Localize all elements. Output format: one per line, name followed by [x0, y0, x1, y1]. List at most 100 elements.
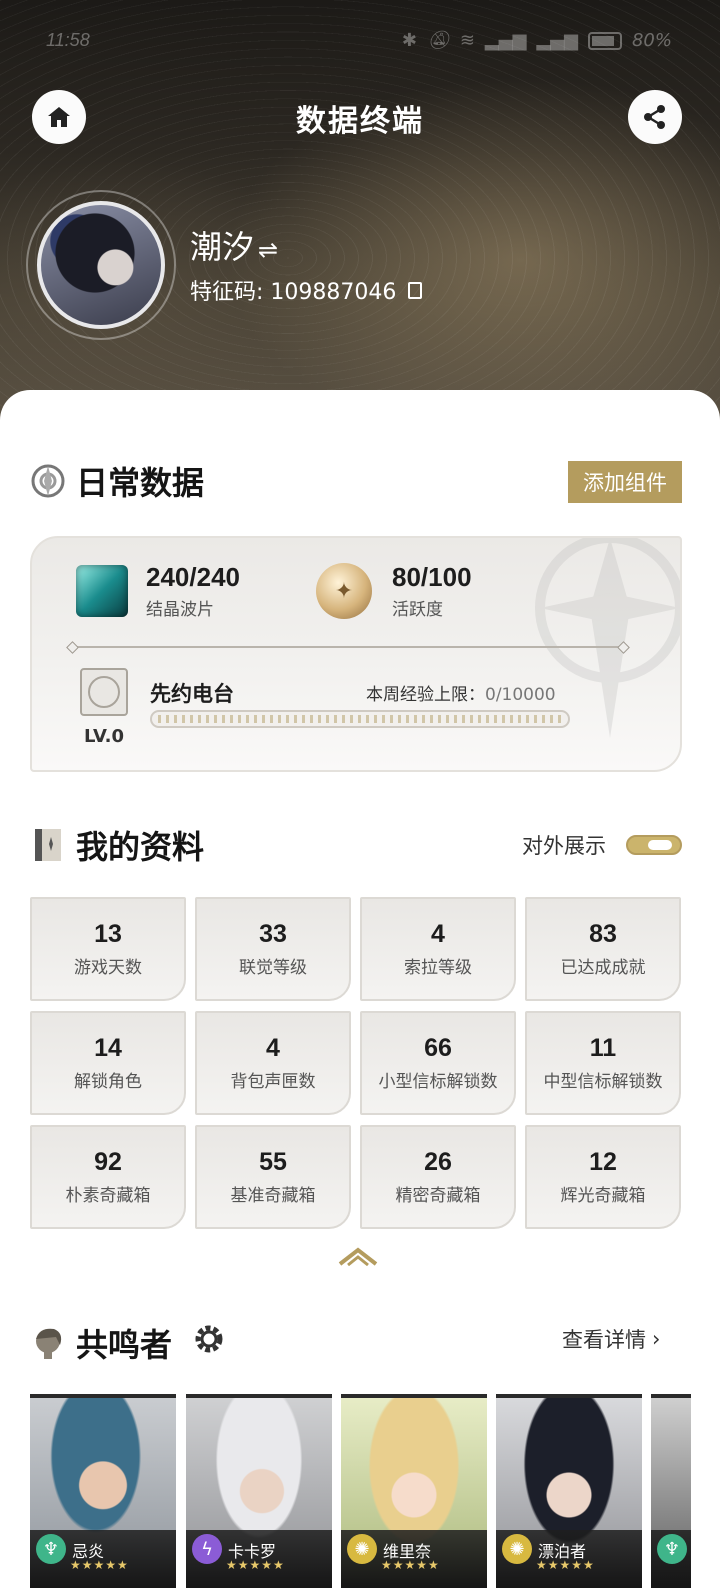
stat-cell: 83 已达成成就 [525, 897, 681, 1001]
stat-value: 92 [94, 1148, 122, 1176]
stat-label: 朴素奇藏箱 [65, 1186, 151, 1206]
stat-label: 小型信标解锁数 [378, 1072, 498, 1092]
chevron-right-icon: › [652, 1327, 661, 1351]
resonators-header: 共鸣者 [30, 1320, 172, 1366]
daily-data-icon [30, 463, 66, 499]
daily-data-card: 240/240 结晶波片 ✦ 80/100 活跃度 LV.0 先约电台 本周经验… [30, 536, 682, 772]
resonator-card[interactable]: ✺ 维里奈 ★★★★★ [341, 1394, 487, 1588]
stat-cell: 14 解锁角色 [30, 1011, 186, 1115]
daily-data-title: 日常数据 [76, 464, 205, 502]
uid-text: 特征码: 109887046 [190, 280, 397, 305]
crystal-icon [76, 565, 128, 617]
signal-icon: ▂▄▆ [484, 30, 527, 51]
stat-value: 55 [259, 1148, 287, 1176]
stat-cell: 12 辉光奇藏箱 [525, 1125, 681, 1229]
profile-stats-grid: 13 游戏天数 33 联觉等级 4 索拉等级 83 已达成成就 14 解锁角色 4 背包声匣… [30, 897, 682, 1229]
radio-progress-bar [150, 710, 570, 728]
stat-cell: 4 背包声匣数 [195, 1011, 351, 1115]
waveplates-value: 240/240 [146, 562, 240, 592]
share-button[interactable] [628, 90, 682, 144]
see-details-link[interactable]: 查看详情 › [562, 1324, 660, 1354]
stat-value: 83 [589, 920, 617, 948]
page-title: 数据终端 [296, 104, 424, 139]
resonator-list: ♆ 忌炎 ★★★★★ ϟ 卡卡罗 ★★★★★ ✺ 维里奈 ★★★★★ ✺ 漂泊者… [30, 1394, 720, 1588]
uid-row: 特征码: 109887046 [190, 274, 423, 306]
share-icon [644, 105, 665, 129]
resonator-card[interactable]: ♆ 忌炎 ★★★★★ [30, 1394, 176, 1588]
stat-value: 26 [424, 1148, 452, 1176]
resonators-title: 共鸣者 [76, 1326, 173, 1364]
stat-cell: 66 小型信标解锁数 [360, 1011, 516, 1115]
waveplates-label: 结晶波片 [146, 600, 214, 620]
my-profile-title: 我的资料 [76, 828, 205, 866]
stat-value: 14 [94, 1034, 122, 1062]
stat-value: 66 [424, 1034, 452, 1062]
aero-element-icon: ♆ [657, 1534, 687, 1564]
stat-label: 索拉等级 [404, 958, 472, 978]
waveplates-stat: 240/240 结晶波片 [76, 562, 240, 620]
my-profile-header: 我的资料 [30, 822, 204, 868]
weekly-cap-label: 本周经验上限： [366, 685, 485, 705]
resonator-card[interactable]: ♆ [651, 1394, 691, 1588]
rarity-stars: ★★★★★ [226, 1558, 285, 1572]
stat-cell: 92 朴素奇藏箱 [30, 1125, 186, 1229]
copy-icon[interactable] [408, 281, 423, 299]
stat-label: 中型信标解锁数 [543, 1072, 663, 1092]
stat-cell: 11 中型信标解锁数 [525, 1011, 681, 1115]
resonator-card[interactable]: ✺ 漂泊者 ★★★★★ [496, 1394, 642, 1588]
rarity-stars: ★★★★★ [70, 1558, 129, 1572]
status-bar: 11:58 ✱ 🔕︎ ≋ ▂▄▆ ▂▄▆ 80% [0, 26, 720, 58]
battery-icon [587, 31, 622, 50]
bluetooth-icon: ✱ [401, 30, 417, 51]
divider [72, 646, 624, 648]
stat-cell: 55 基准奇藏箱 [195, 1125, 351, 1229]
electro-element-icon: ϟ [192, 1534, 222, 1564]
profile-card-icon [30, 827, 66, 863]
status-time: 11:58 [46, 30, 90, 50]
public-display-label: 对外展示 [522, 834, 606, 858]
stat-label: 辉光奇藏箱 [560, 1186, 646, 1206]
aero-element-icon: ♆ [36, 1534, 66, 1564]
avatar [37, 201, 165, 329]
stat-value: 33 [259, 920, 287, 948]
compass-coin-icon: ✦ [316, 563, 372, 619]
radio-level: LV.0 [84, 726, 124, 747]
stat-label: 背包声匣数 [230, 1072, 316, 1092]
activity-stat: ✦ 80/100 活跃度 [316, 562, 472, 620]
switch-account-icon[interactable]: ⇌ [258, 236, 278, 264]
stat-value: 4 [431, 920, 445, 948]
decorative-emblem [535, 538, 680, 738]
radio-icon [80, 668, 128, 716]
rarity-stars: ★★★★★ [536, 1558, 595, 1572]
resonator-head-icon [30, 1325, 66, 1361]
progress-ticks [158, 715, 562, 723]
collapse-chevron-icon[interactable] [338, 1246, 378, 1266]
gear-icon[interactable] [192, 1322, 226, 1356]
avatar-frame[interactable] [26, 190, 176, 340]
stat-cell: 33 联觉等级 [195, 897, 351, 1001]
stat-cell: 13 游戏天数 [30, 897, 186, 1001]
wifi-icon: ≋ [459, 30, 475, 51]
add-widget-button[interactable]: 添加组件 [568, 461, 682, 503]
rarity-stars: ★★★★★ [381, 1558, 440, 1572]
weekly-cap-value: 0/10000 [485, 685, 556, 705]
see-details-label: 查看详情 [562, 1328, 646, 1352]
stat-value: 13 [94, 920, 122, 948]
status-icons: ✱ 🔕︎ ≋ ▂▄▆ ▂▄▆ 80% [402, 30, 672, 51]
stat-value: 11 [589, 1034, 617, 1062]
user-name-row[interactable]: 潮汐 ⇌ [190, 222, 278, 268]
stat-label: 已达成成就 [560, 958, 646, 978]
daily-data-header: 日常数据 [30, 458, 204, 504]
stat-label: 联觉等级 [239, 958, 307, 978]
signal-2-icon: ▂▄▆ [536, 30, 578, 51]
toggle-knob [648, 840, 672, 850]
stat-value: 4 [266, 1034, 280, 1062]
battery-percent: 80% [631, 30, 672, 51]
stat-label: 精密奇藏箱 [395, 1186, 481, 1206]
stat-label: 解锁角色 [74, 1072, 142, 1092]
spectro-element-icon: ✺ [502, 1534, 532, 1564]
stat-cell: 26 精密奇藏箱 [360, 1125, 516, 1229]
resonator-card[interactable]: ϟ 卡卡罗 ★★★★★ [186, 1394, 332, 1588]
mute-icon: 🔕︎ [426, 30, 450, 51]
public-display-toggle[interactable] [626, 835, 682, 855]
